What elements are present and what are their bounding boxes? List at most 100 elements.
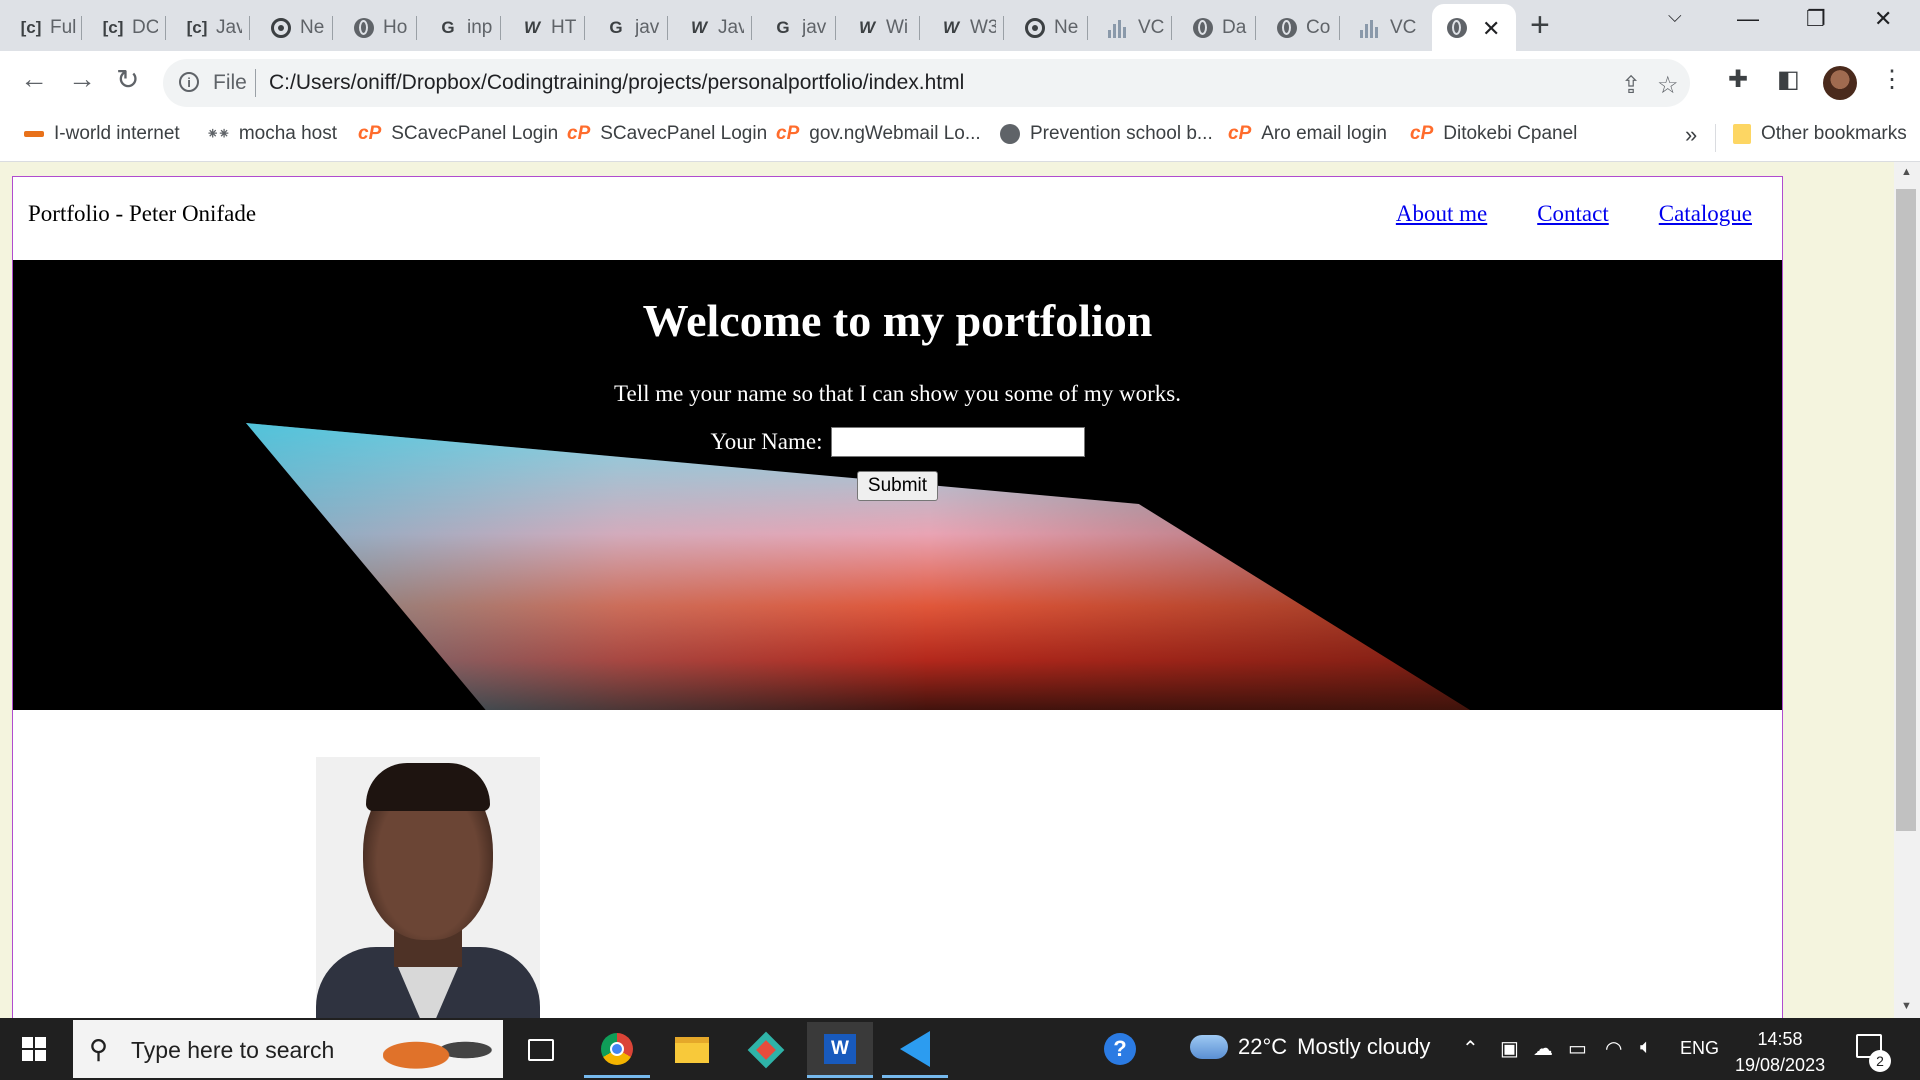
globe-icon <box>1192 17 1214 39</box>
extensions-icon[interactable]: ✚ <box>1728 65 1748 94</box>
tab-label: jav <box>635 16 660 38</box>
page-scrollbar[interactable]: ▲ ▼ <box>1894 162 1920 1018</box>
bookmark-item[interactable]: I-world internet <box>24 123 180 145</box>
browser-tab[interactable]: Co <box>1256 4 1340 51</box>
taskbar-git[interactable] <box>733 1022 799 1078</box>
task-view-button[interactable] <box>508 1022 574 1078</box>
close-tab-icon[interactable]: ✕ <box>1482 16 1500 42</box>
onedrive-cloud-icon[interactable]: ☁ <box>1533 1036 1553 1061</box>
profile-avatar[interactable] <box>1823 66 1857 100</box>
address-bar[interactable]: i File C:/Users/oniff/Dropbox/Codingtrai… <box>163 59 1690 107</box>
language-indicator[interactable]: ENG <box>1680 1038 1719 1059</box>
taskbar-chrome[interactable] <box>584 1022 650 1078</box>
windows-taskbar: ⚲ Type here to search W ? 22°C Mostly cl… <box>0 1018 1920 1080</box>
forward-arrow-icon[interactable]: → <box>68 63 96 95</box>
browser-tab[interactable]: W Wi <box>836 4 920 51</box>
back-arrow-icon[interactable]: ← <box>20 63 48 95</box>
browser-tab[interactable]: VC <box>1340 4 1424 51</box>
bookmark-label: Other bookmarks <box>1761 123 1907 144</box>
browser-tab[interactable]: Ho <box>333 4 417 51</box>
browser-tab[interactable]: Ne <box>1004 4 1088 51</box>
weather-widget[interactable]: 22°C Mostly cloudy <box>1190 1027 1430 1060</box>
menu-kebab-icon[interactable]: ⋮ <box>1880 65 1904 94</box>
nav-link-contact[interactable]: Contact <box>1537 201 1609 227</box>
browser-tab[interactable]: G jav <box>752 4 836 51</box>
windows-start-icon[interactable] <box>22 1037 46 1061</box>
wifi-icon[interactable]: ◠ <box>1605 1036 1622 1061</box>
browser-tab[interactable]: W HT <box>501 4 585 51</box>
battery-icon[interactable]: ▭ <box>1568 1036 1587 1061</box>
tab-label: Ne <box>1054 16 1079 38</box>
browser-tab[interactable]: Ne <box>250 4 333 51</box>
bookmark-item[interactable]: cP gov.ngWebmail Lo... <box>776 123 981 145</box>
nav-link-catalogue[interactable]: Catalogue <box>1659 201 1752 227</box>
bookmark-item[interactable]: cP Ditokebi Cpanel <box>1410 123 1577 145</box>
taskbar-search-box[interactable]: ⚲ Type here to search <box>73 1020 503 1078</box>
globe-icon <box>353 17 375 39</box>
bookmark-label: Ditokebi Cpanel <box>1443 123 1578 144</box>
side-panel-icon[interactable]: ◧ <box>1777 65 1800 94</box>
nav-link-about[interactable]: About me <box>1396 201 1487 227</box>
hero-subtitle: Tell me your name so that I can show you… <box>614 381 1181 406</box>
bookmark-item[interactable]: ⁕⁕ mocha host <box>206 123 337 145</box>
browser-tab[interactable]: [c] Ful <box>0 4 82 51</box>
taskbar-file-explorer[interactable] <box>659 1022 725 1078</box>
browser-tab[interactable]: W Jav <box>668 4 752 51</box>
iworld-icon <box>24 131 44 137</box>
site-nav: About me Contact Catalogue <box>1396 201 1752 227</box>
chart-icon <box>1360 17 1382 39</box>
bookmark-star-icon[interactable]: ☆ <box>1657 71 1679 100</box>
browser-tab[interactable]: G jav <box>585 4 668 51</box>
browser-tab[interactable]: VC <box>1088 4 1172 51</box>
bookmarks-overflow-button[interactable]: » <box>1685 122 1697 148</box>
browser-tab[interactable]: [c] DC <box>82 4 166 51</box>
scrollbar-thumb[interactable] <box>1896 189 1916 831</box>
name-input[interactable] <box>830 427 1085 457</box>
tab-search-icon[interactable]: ⌵ <box>1668 6 1682 27</box>
google-icon: G <box>609 17 623 37</box>
meet-now-icon[interactable]: ▣ <box>1500 1036 1519 1061</box>
scroll-up-arrow-icon[interactable]: ▲ <box>1901 166 1912 178</box>
bookmarks-bar: I-world internet ⁕⁕ mocha host cP SCavec… <box>0 114 1920 162</box>
volume-icon[interactable]: 🔈︎ <box>1640 1036 1652 1059</box>
weather-temperature: 22°C <box>1238 1034 1288 1059</box>
system-clock[interactable]: 14:58 19/08/2023 <box>1735 1026 1825 1078</box>
other-bookmarks-folder[interactable]: Other bookmarks <box>1733 123 1907 145</box>
browser-tab[interactable]: G inp <box>417 4 501 51</box>
help-icon[interactable]: ? <box>1104 1033 1136 1065</box>
bookmark-item[interactable]: cP SCavecPanel Login <box>358 123 558 145</box>
close-window-icon[interactable]: ✕ <box>1874 6 1892 32</box>
google-icon: G <box>441 17 455 37</box>
bookmark-item[interactable]: Prevention school b... <box>1000 123 1213 145</box>
cpanel-icon: cP <box>1410 123 1434 144</box>
bookmark-label: I-world internet <box>54 123 180 144</box>
reload-icon[interactable]: ↻ <box>116 63 139 96</box>
submit-button[interactable]: Submit <box>856 471 939 501</box>
browser-toolbar: ← → ↻ i File C:/Users/oniff/Dropbox/Codi… <box>0 51 1920 114</box>
tab-label: Ful <box>50 16 76 38</box>
new-tab-button[interactable]: + <box>1530 6 1550 45</box>
tab-label: Ho <box>383 16 408 38</box>
taskbar-word[interactable]: W <box>807 1022 873 1078</box>
browser-tab[interactable]: [c] Jav <box>166 4 250 51</box>
bookmark-item[interactable]: cP SCavecPanel Login <box>567 123 767 145</box>
tab-label: W3 <box>970 16 996 38</box>
browser-tab[interactable]: W W3 <box>920 4 1004 51</box>
search-highlight-image <box>383 1024 493 1076</box>
minimize-icon[interactable]: — <box>1737 6 1759 32</box>
scheme-label: File <box>213 71 247 94</box>
bookmark-item[interactable]: cP Aro email login <box>1228 123 1387 145</box>
taskbar-vscode[interactable] <box>882 1022 948 1078</box>
info-icon[interactable]: i <box>179 72 199 92</box>
url-text[interactable]: C:/Users/oniff/Dropbox/Codingtraining/pr… <box>269 71 964 95</box>
scroll-down-arrow-icon[interactable]: ▼ <box>1901 1000 1912 1012</box>
restore-icon[interactable]: ❐ <box>1806 6 1826 32</box>
bookmark-label: mocha host <box>238 123 338 144</box>
active-tab[interactable]: ✕ <box>1432 4 1516 51</box>
site-header: Portfolio - Peter Onifade About me Conta… <box>13 177 1782 260</box>
share-icon[interactable]: ⇪ <box>1621 71 1641 100</box>
name-form-row: Your Name: <box>13 427 1782 457</box>
show-hidden-icons-chevron[interactable]: ⌃ <box>1462 1036 1479 1061</box>
w3schools-icon: W <box>690 17 708 37</box>
browser-tab[interactable]: Da <box>1172 4 1256 51</box>
